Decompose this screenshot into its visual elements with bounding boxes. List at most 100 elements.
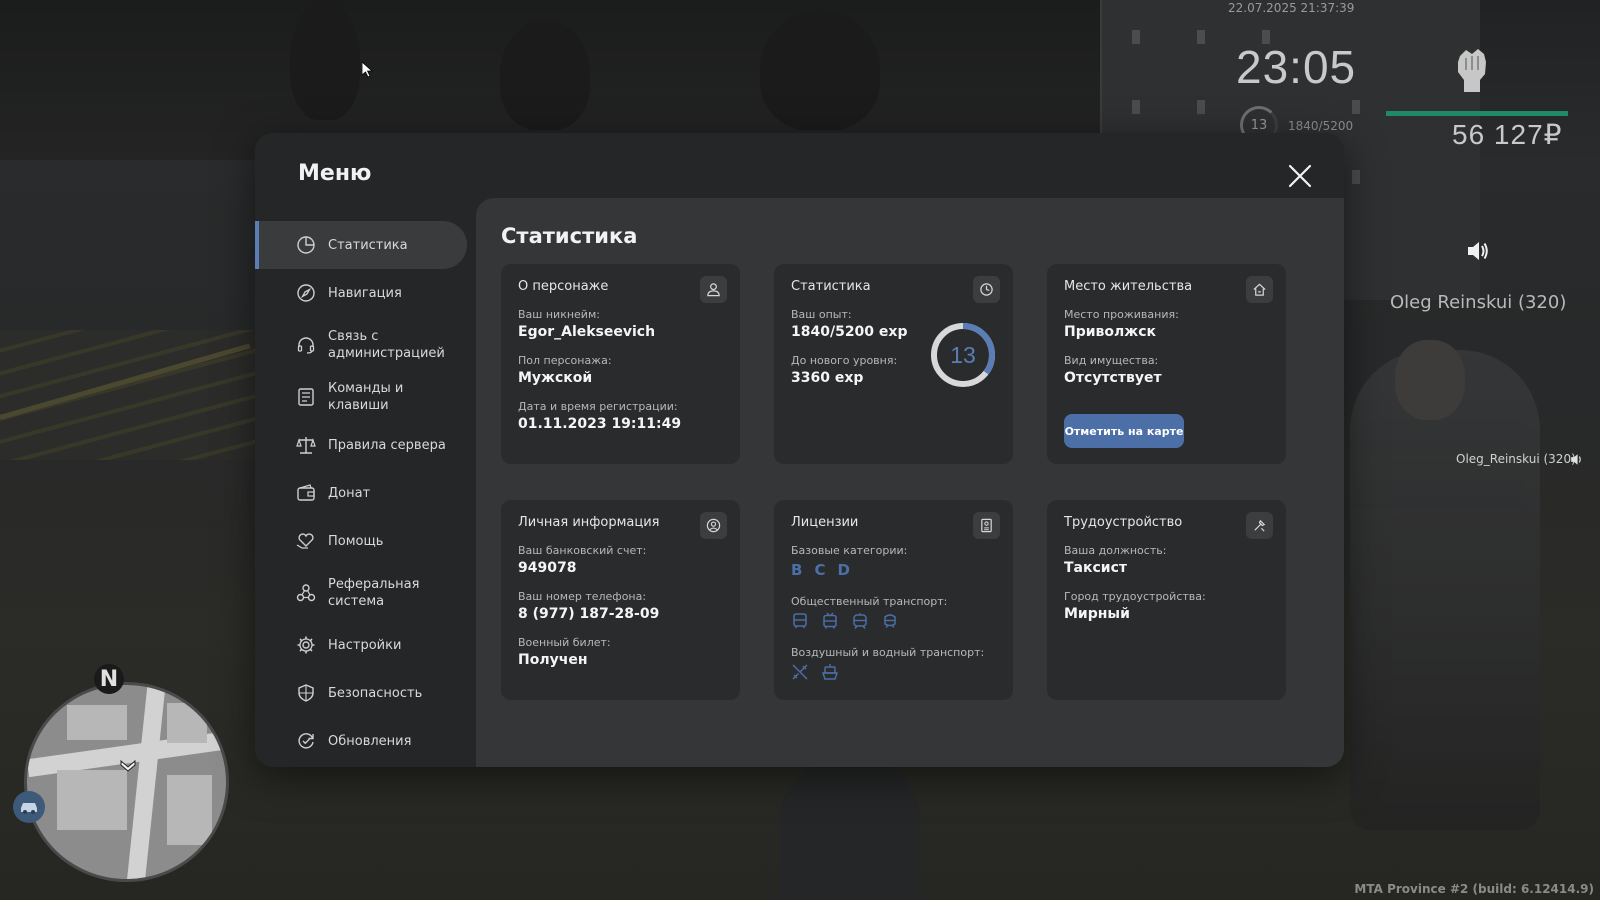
card-title: О персонаже <box>518 279 609 294</box>
hud-money: 56 127₽ <box>1452 119 1563 150</box>
field-label: Дата и время регистрации: <box>518 400 678 413</box>
card-title: Личная информация <box>518 515 660 530</box>
field-label: Пол персонажа: <box>518 354 612 367</box>
exp-value: 1840/5200 exp <box>791 324 908 340</box>
air-water-transport-field: Воздушный и водный транспорт: <box>791 646 984 681</box>
list-icon <box>296 387 316 407</box>
sidebar-item-navigation[interactable]: Навигация <box>255 269 467 317</box>
stats-clock-icon <box>973 276 1000 303</box>
licenses-card: Лицензии Базовые категории: B C D Общест… <box>774 500 1013 700</box>
position-value: Таксист <box>1064 560 1128 576</box>
card-title: Место жительства <box>1064 279 1193 294</box>
stats-card: Статистика Ваш опыт: 1840/5200 exp До но… <box>774 264 1013 464</box>
scales-icon <box>296 435 316 455</box>
card-title: Лицензии <box>791 515 859 530</box>
refresh-icon <box>296 731 316 751</box>
registration-field: Дата и время регистрации: 01.11.2023 19:… <box>518 400 681 432</box>
voice-chat-name: Oleg_Reinskui (320) <box>1456 452 1576 466</box>
trolleybus-icon <box>823 612 837 629</box>
gender-field: Пол персонажа: Мужской <box>518 354 612 386</box>
hud-datetime: 22.07.2025 21:37:39 <box>1228 1 1355 15</box>
close-button[interactable] <box>1287 163 1313 189</box>
license-doc-icon <box>973 512 1000 539</box>
sidebar-item-settings[interactable]: Настройки <box>255 621 467 669</box>
category-c: C <box>814 561 826 579</box>
menu-sidebar: Статистика Навигация Связь с администрац… <box>255 221 475 765</box>
shield-icon <box>296 683 316 703</box>
tram-icon <box>853 613 867 629</box>
sidebar-item-label: Помощь <box>328 533 384 549</box>
next-level-field: До нового уровня: 3360 exp <box>791 354 897 386</box>
sidebar-item-security[interactable]: Безопасность <box>255 669 467 717</box>
tree <box>500 20 590 130</box>
compass-icon <box>296 283 316 303</box>
level-progress-ring: 13 <box>929 321 997 389</box>
sidebar-item-label: Реферальная система <box>328 577 420 609</box>
card-title: Трудоустройство <box>1064 515 1183 530</box>
basic-categories-field: Базовые категории: B C D <box>791 544 907 579</box>
mouse-cursor-icon <box>362 62 374 78</box>
tree <box>290 0 360 120</box>
military-value: Получен <box>518 652 588 668</box>
sidebar-item-updates[interactable]: Обновления <box>255 717 467 765</box>
sidebar-item-donate[interactable]: Донат <box>255 469 467 517</box>
character-card: О персонаже Ваш никнейм: Egor_Alekseevic… <box>501 264 740 464</box>
exp-field: Ваш опыт: 1840/5200 exp <box>791 308 907 340</box>
hud-exp: 1840/5200 <box>1288 119 1354 133</box>
pie-chart-icon <box>296 235 316 255</box>
sidebar-item-contact-admin[interactable]: Связь с администрацией <box>255 317 467 373</box>
registration-value: 01.11.2023 19:11:49 <box>518 416 682 432</box>
phone-field: Ваш номер телефона: 8 (977) 187-28-09 <box>518 590 659 622</box>
user-icon <box>700 276 727 303</box>
sidebar-item-label: Безопасность <box>328 685 423 701</box>
health-bar <box>1386 111 1568 116</box>
residence-card: Место жительства Место проживания: Приво… <box>1047 264 1286 464</box>
sidebar-item-label: Навигация <box>328 285 402 301</box>
heart-hands-icon <box>296 531 316 551</box>
sidebar-item-statistics[interactable]: Статистика <box>255 221 467 269</box>
menu-title: Меню <box>298 161 372 186</box>
place-value: Приволжск <box>1064 324 1157 340</box>
hud-level: 13 <box>1250 117 1268 133</box>
field-label: Ваш номер телефона: <box>518 590 647 603</box>
category-b: B <box>791 561 803 579</box>
sidebar-item-rules[interactable]: Правила сервера <box>255 421 467 469</box>
gear-icon <box>296 635 316 655</box>
field-label: Ваш банковский счет: <box>518 544 647 557</box>
field-label: Ваша должность: <box>1064 544 1167 557</box>
field-label: До нового уровня: <box>791 354 898 367</box>
nickname-field: Ваш никнейм: Egor_Alekseevich <box>518 308 655 340</box>
air-water-icons <box>791 663 984 681</box>
ground <box>0 330 260 460</box>
field-label: Место проживания: <box>1064 308 1179 321</box>
boat-icon <box>821 664 839 680</box>
content-panel: Статистика О персонаже Ваш никнейм: Egor… <box>476 198 1344 767</box>
airplane-icon <box>792 664 808 680</box>
property-value: Отсутствует <box>1064 370 1162 386</box>
sidebar-item-label: Связь с администрацией <box>328 329 445 361</box>
sidebar-item-label: Настройки <box>328 637 402 653</box>
sidebar-item-label: Обновления <box>328 733 412 749</box>
job-city-field: Город трудоустройства: Мирный <box>1064 590 1206 622</box>
next-level-value: 3360 exp <box>791 370 864 386</box>
public-transport-field: Общественный транспорт: <box>791 595 947 630</box>
field-label: Базовые категории: <box>791 544 908 557</box>
hud-clock: 23:05 <box>1236 41 1357 93</box>
field-label: Воздушный и водный транспорт: <box>791 646 985 659</box>
property-field: Вид имущества: Отсутствует <box>1064 354 1162 386</box>
menu-modal: Меню Статистика Навигация Связь с админи… <box>255 133 1344 767</box>
vehicle-icon <box>13 791 45 823</box>
sidebar-item-help[interactable]: Помощь <box>255 517 467 565</box>
position-field: Ваша должность: Таксист <box>1064 544 1166 576</box>
player-marker-icon <box>120 759 136 772</box>
field-label: Ваш опыт: <box>791 308 852 321</box>
sidebar-item-referral[interactable]: Реферальная система <box>255 565 467 621</box>
sidebar-item-commands[interactable]: Команды и клавиши <box>255 373 467 421</box>
tools-icon <box>1246 512 1273 539</box>
player-character <box>1350 340 1540 830</box>
category-list: B C D <box>791 561 907 579</box>
tree <box>760 10 880 130</box>
fist-weapon-icon <box>1458 49 1486 92</box>
mark-on-map-button[interactable]: Отметить на карте <box>1064 414 1184 448</box>
compass-north: N <box>94 664 124 694</box>
